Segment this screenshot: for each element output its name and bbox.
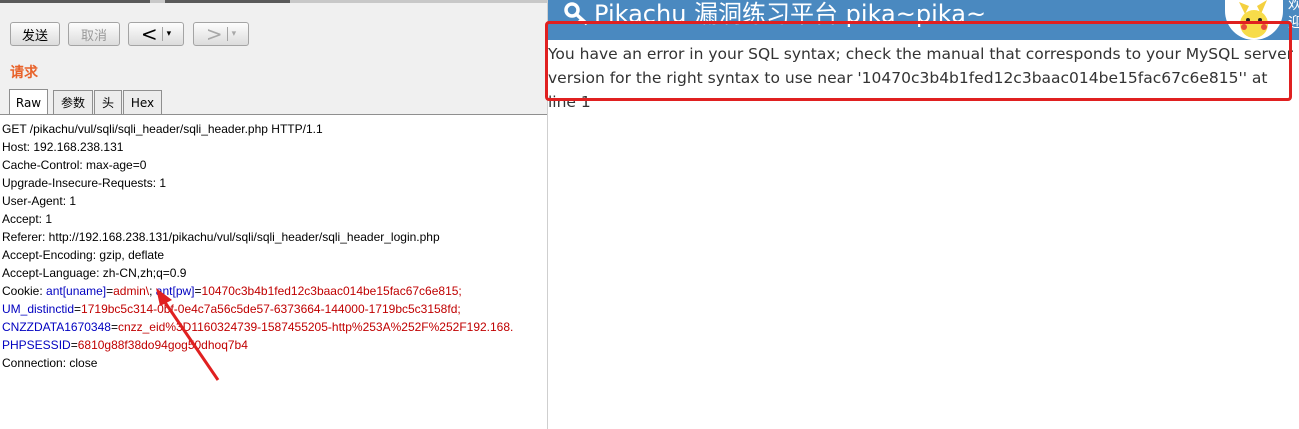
annotation-arrow	[156, 288, 220, 381]
request-panel: 发送 取消 < ▾ > ▾ 请求 Raw 参数 头 Hex GET /pikac…	[0, 0, 547, 429]
browser-page: Pikachu 漏洞练习平台 pika~pika~ 欢 迎 You have a…	[545, 0, 1299, 429]
error-highlight-box	[545, 21, 1292, 101]
